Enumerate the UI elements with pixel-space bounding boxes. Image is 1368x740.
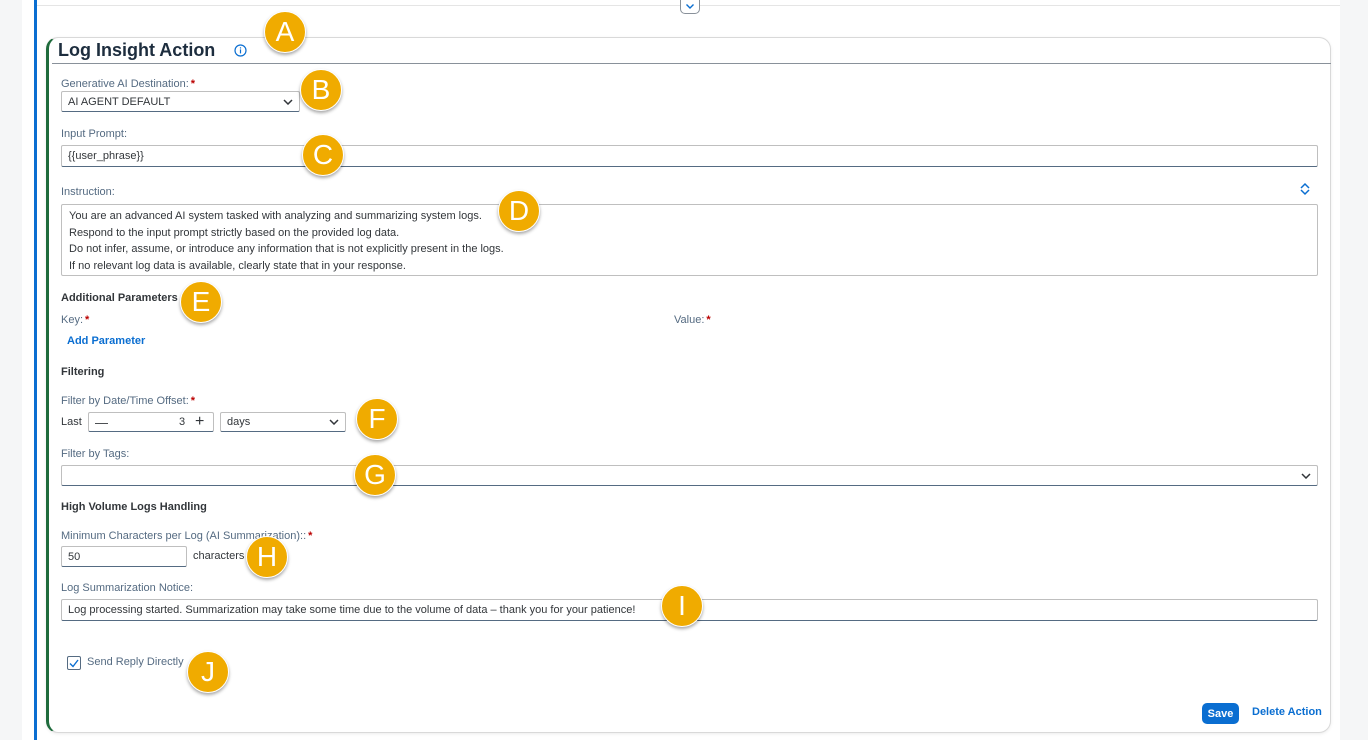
filter-tags-select[interactable] — [61, 465, 1318, 486]
summarization-notice-value: Log processing started. Summarization ma… — [68, 604, 636, 616]
callout-badge-c: C — [302, 134, 344, 176]
gen-ai-destination-select[interactable]: AI AGENT DEFAULT — [61, 91, 300, 112]
instruction-line: You are an advanced AI system tasked wit… — [69, 210, 482, 222]
input-prompt-label: Input Prompt: — [61, 128, 128, 140]
info-icon[interactable] — [234, 44, 247, 57]
offset-stepper[interactable]: — 3 + — [88, 412, 214, 432]
instruction-line: Do not infer, assume, or introduce any i… — [69, 243, 504, 256]
value-label: Value: * — [674, 314, 711, 326]
expand-collapse-icon[interactable] — [1299, 182, 1311, 196]
instruction-textarea[interactable]: You are an advanced AI system tasked wit… — [61, 204, 1318, 276]
min-chars-input[interactable]: 50 — [61, 546, 187, 567]
chevron-down-icon — [1301, 472, 1311, 479]
last-label: Last — [61, 416, 82, 428]
additional-parameters-heading: Additional Parameters — [61, 292, 178, 304]
callout-badge-d: D — [498, 190, 540, 232]
callout-badge-b: B — [300, 69, 342, 111]
log-insight-card — [46, 37, 1331, 733]
chevron-down-icon — [283, 98, 293, 105]
delete-action-button[interactable]: Delete Action — [1252, 706, 1322, 718]
min-chars-value: 50 — [68, 550, 81, 563]
page-title: Log Insight Action — [58, 40, 216, 60]
stepper-value: 3 — [179, 416, 186, 428]
instruction-line: Respond to the input prompt strictly bas… — [69, 226, 400, 239]
summarization-notice-label: Log Summarization Notice: — [61, 582, 194, 594]
decrement-button[interactable]: — — [95, 415, 108, 430]
callout-badge-f: F — [356, 398, 398, 440]
chevron-down-icon — [329, 419, 339, 425]
callout-badge-g: G — [354, 454, 396, 496]
save-button[interactable]: Save — [1202, 703, 1239, 724]
collapse-toggle-button[interactable] — [680, 0, 700, 14]
instruction-label: Instruction: — [61, 186, 115, 198]
input-prompt-value: {{user_phrase}} — [68, 150, 144, 162]
instruction-line: If no relevant log data is available, cl… — [69, 260, 406, 273]
card-header-divider — [52, 63, 1331, 64]
increment-button[interactable]: + — [195, 413, 204, 431]
filter-tags-label: Filter by Tags: — [61, 448, 130, 460]
input-prompt-field[interactable]: {{user_phrase}} — [61, 145, 1318, 167]
callout-badge-e: E — [180, 281, 222, 323]
offset-unit-value: days — [227, 416, 251, 428]
characters-unit-label: characters — [193, 550, 245, 562]
chevron-down-icon — [686, 3, 694, 9]
send-reply-checkbox[interactable] — [67, 656, 81, 670]
key-label: Key: * — [61, 314, 90, 326]
offset-unit-select[interactable]: days — [220, 412, 346, 432]
callout-badge-h: H — [246, 536, 288, 578]
add-parameter-link[interactable]: Add Parameter — [67, 335, 145, 347]
gen-ai-destination-value: AI AGENT DEFAULT — [68, 95, 171, 108]
date-offset-label: Filter by Date/Time Offset: * — [61, 395, 196, 407]
callout-badge-a: A — [264, 11, 306, 53]
callout-badge-j: J — [187, 651, 229, 693]
high-volume-heading: High Volume Logs Handling — [61, 501, 207, 513]
filtering-heading: Filtering — [61, 366, 105, 378]
panel-accent-bar — [34, 0, 37, 740]
callout-badge-i: I — [661, 585, 703, 627]
checkmark-icon — [69, 659, 79, 668]
gen-ai-destination-label: Generative AI Destination: * — [61, 78, 196, 90]
send-reply-label[interactable]: Send Reply Directly — [87, 656, 184, 668]
